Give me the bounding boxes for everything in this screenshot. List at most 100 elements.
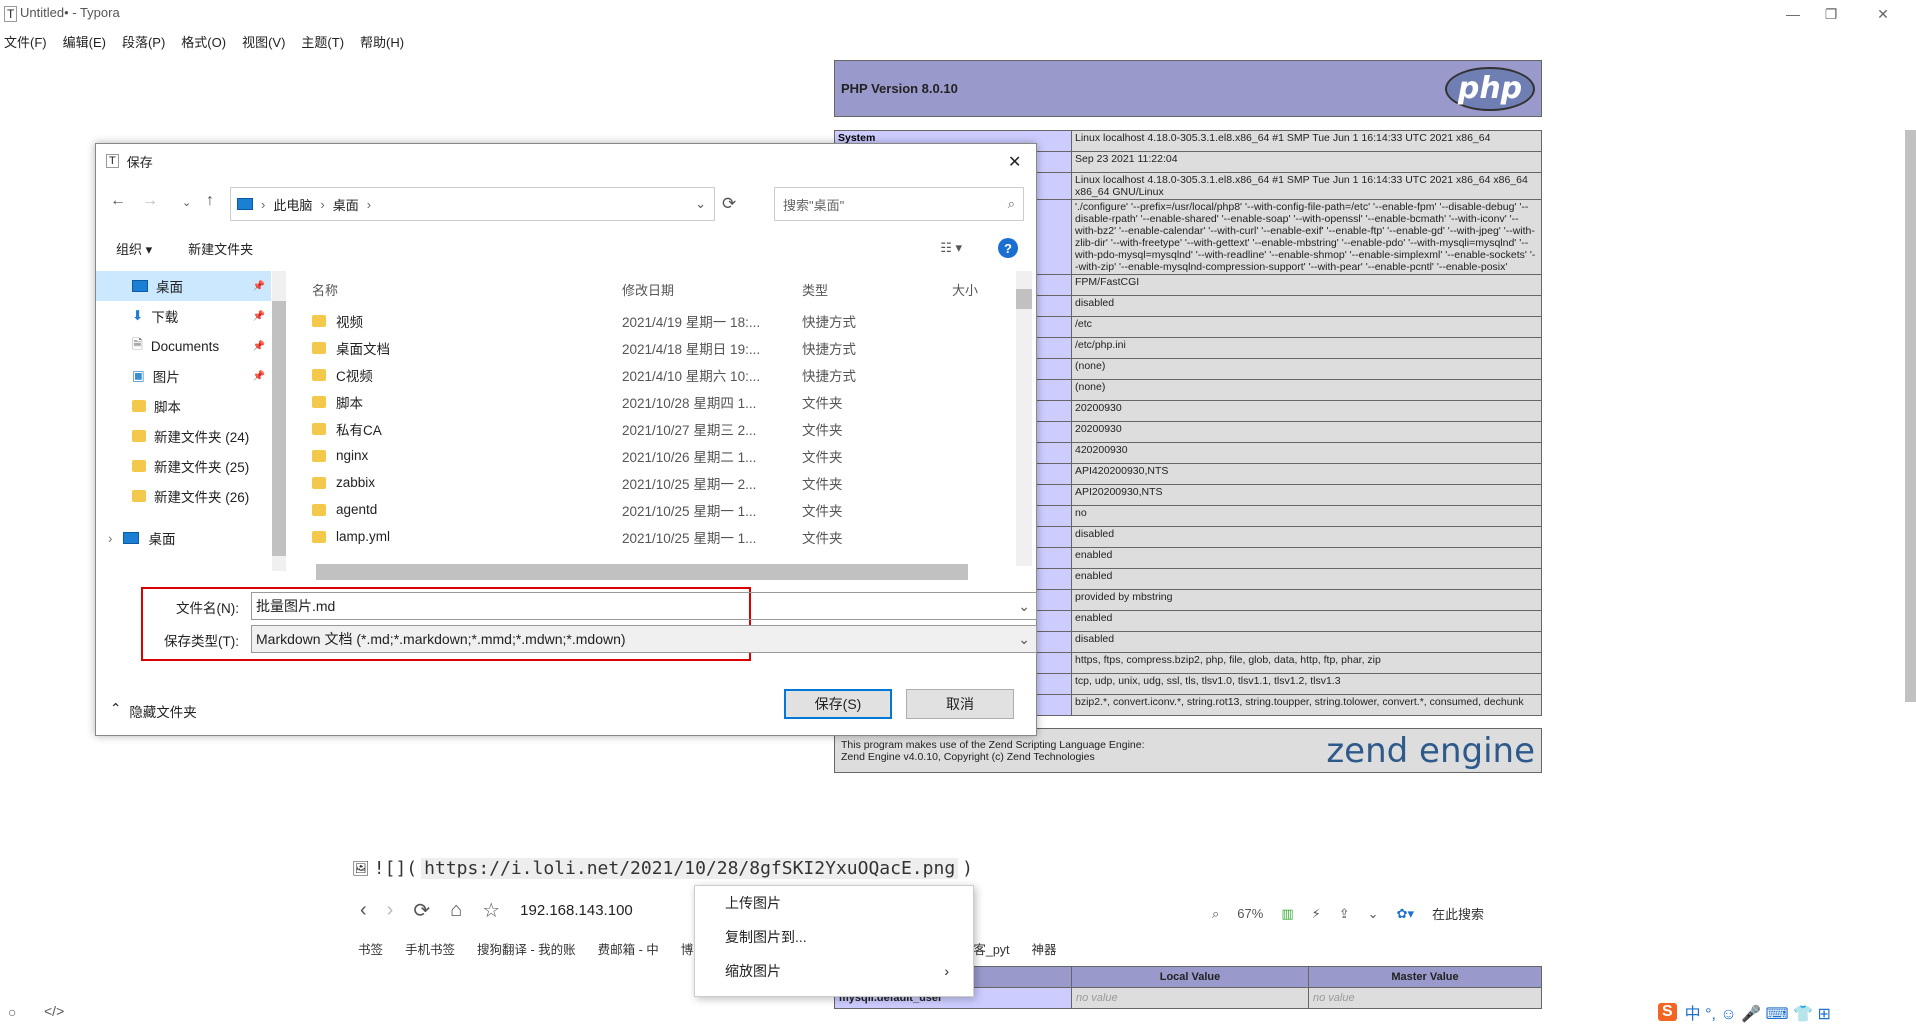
php-row-value: tcp, udp, unix, udg, ssl, tls, tlsv1.0, … xyxy=(1071,673,1542,695)
php-row-value: /etc xyxy=(1071,316,1542,338)
chevron-down-icon[interactable]: ⌄ xyxy=(695,196,706,212)
file-row[interactable]: nginx 2021/10/26 星期二 1... 文件夹 xyxy=(292,442,1014,469)
forward-icon[interactable]: → xyxy=(142,192,158,210)
chevron-down-icon: ⌄ xyxy=(1367,905,1379,921)
sidebar-item-label: 桌面 xyxy=(156,280,183,295)
file-row[interactable]: lamp.yml 2021/10/25 星期一 1... 文件夹 xyxy=(292,523,1014,550)
cancel-button[interactable]: 取消 xyxy=(906,689,1014,719)
file-name: 脚本 xyxy=(336,395,363,411)
sidebar-item[interactable]: 新建文件夹 (26) xyxy=(96,481,271,511)
back-icon[interactable]: ← xyxy=(110,192,126,210)
file-name: 私有CA xyxy=(336,422,382,438)
file-row[interactable]: 脚本 2021/10/28 星期四 1... 文件夹 xyxy=(292,388,1014,415)
menu-paragraph[interactable]: 段落(P) xyxy=(122,32,165,51)
menu-theme[interactable]: 主题(T) xyxy=(301,32,344,51)
column-date[interactable]: 修改日期 xyxy=(622,280,802,299)
md-suffix: ) xyxy=(962,858,973,879)
save-button[interactable]: 保存(S) xyxy=(784,689,892,719)
sidebar-scrollbar[interactable] xyxy=(272,271,286,571)
history-chevron-icon[interactable]: ⌄ xyxy=(182,196,191,209)
column-size[interactable]: 大小 xyxy=(952,280,978,299)
baidu-icon: ✿▾ xyxy=(1396,905,1414,921)
outline-toggle-icon[interactable]: ○ xyxy=(8,1004,16,1020)
source-code-mode-icon[interactable]: </> xyxy=(44,1003,64,1019)
chevron-down-icon[interactable]: ⌄ xyxy=(1018,598,1030,615)
sidebar-item-label: 新建文件夹 (25) xyxy=(154,460,250,475)
menu-upload-label: 上传图片 xyxy=(725,895,781,911)
sidebar-item[interactable]: ▣ 图片 📌 xyxy=(96,361,271,391)
close-button[interactable]: ✕ xyxy=(1860,0,1906,28)
search-input[interactable]: 搜索"桌面" ⌕ xyxy=(774,187,1024,221)
file-row[interactable]: 视频 2021/4/19 星期一 18:... 快捷方式 xyxy=(292,307,1014,334)
chevron-down-icon[interactable]: ⌄ xyxy=(1018,631,1030,648)
sidebar-item[interactable]: 脚本 xyxy=(96,391,271,421)
browser-search: 在此搜索 xyxy=(1431,907,1484,922)
dialog-close-icon[interactable]: ✕ xyxy=(1008,152,1021,172)
file-row[interactable]: zabbix 2021/10/25 星期一 2... 文件夹 xyxy=(292,469,1014,496)
menu-copy-image-to[interactable]: 复制图片到... xyxy=(695,920,973,954)
file-row[interactable]: 私有CA 2021/10/27 星期三 2... 文件夹 xyxy=(292,415,1014,442)
ime-toolbar[interactable]: S 中 °, ☺ 🎤 ⌨ 👕 ⊞ xyxy=(1658,1000,1831,1024)
address-bar[interactable]: › 此电脑 › 桌面 › ⌄ xyxy=(230,187,715,221)
help-icon[interactable]: ? xyxy=(998,238,1018,258)
menu-help[interactable]: 帮助(H) xyxy=(360,32,404,51)
menu-file[interactable]: 文件(F) xyxy=(4,32,47,51)
file-row[interactable]: 桌面文档 2021/4/18 星期日 19:... 快捷方式 xyxy=(292,334,1014,361)
browser-address: 192.168.143.100 xyxy=(520,902,633,919)
sidebar-item-label: 图片 xyxy=(152,370,180,385)
folder-icon xyxy=(312,395,326,408)
sidebar-item-label: 脚本 xyxy=(154,400,181,415)
context-menu: 上传图片 复制图片到... 缩放图片 › xyxy=(694,885,974,997)
menu-upload-image[interactable]: 上传图片 xyxy=(695,886,973,920)
menu-edit[interactable]: 编辑(E) xyxy=(63,32,106,51)
monitor-icon xyxy=(132,280,148,292)
file-type: 文件夹 xyxy=(802,422,843,438)
php-row-value: bzip2.*, convert.iconv.*, string.rot13, … xyxy=(1071,694,1542,716)
sidebar-root-desktop[interactable]: › 桌面 xyxy=(108,528,176,548)
folder-icon xyxy=(132,430,146,442)
sogou-icon[interactable]: S xyxy=(1658,1003,1677,1021)
sidebar-item[interactable]: 🗎 Documents 📌 xyxy=(96,331,271,361)
chevron-right-icon: › xyxy=(944,963,949,979)
view-options-icon[interactable]: ☷ ▾ xyxy=(940,240,962,256)
sidebar-item[interactable]: 新建文件夹 (25) xyxy=(96,451,271,481)
file-name: agentd xyxy=(336,502,378,517)
file-name: C视频 xyxy=(336,368,373,384)
new-folder-button[interactable]: 新建文件夹 xyxy=(188,239,253,258)
download-icon: ⬇ xyxy=(132,308,144,323)
file-date: 2021/10/25 星期一 1... xyxy=(622,503,757,519)
hide-folders-toggle[interactable]: ⌃ 隐藏文件夹 xyxy=(110,701,197,721)
filetype-select[interactable]: Markdown 文档 (*.md;*.markdown;*.mmd;*.mdw… xyxy=(251,625,1037,653)
header-master-value: Master Value xyxy=(1308,966,1542,988)
chevron-right-icon[interactable]: › xyxy=(108,531,113,546)
file-row[interactable]: C视频 2021/4/10 星期六 10:... 快捷方式 xyxy=(292,361,1014,388)
menu-view[interactable]: 视图(V) xyxy=(242,32,285,51)
horizontal-scrollbar[interactable] xyxy=(292,564,1014,582)
sidebar-item[interactable]: ⬇ 下载 📌 xyxy=(96,301,271,331)
column-name[interactable]: 名称 xyxy=(292,280,622,299)
markdown-image-line[interactable]: 🖼 ![]( https://i.loli.net/2021/10/28/8gf… xyxy=(352,858,973,879)
folder-icon xyxy=(132,490,146,502)
restore-button[interactable]: ❐ xyxy=(1808,0,1854,28)
file-type: 文件夹 xyxy=(802,503,843,519)
shortcut-icon xyxy=(312,368,326,381)
file-list-scrollbar[interactable] xyxy=(1016,271,1032,566)
refresh-icon: ⟳ xyxy=(413,900,431,922)
sidebar-item[interactable]: 桌面 📌 xyxy=(96,271,271,301)
menu-zoom-image[interactable]: 缩放图片 › xyxy=(695,954,973,988)
editor-scrollbar[interactable] xyxy=(1905,130,1916,702)
up-icon[interactable]: ↑ xyxy=(206,192,214,210)
filename-input[interactable]: 批量图片.md ⌄ xyxy=(251,592,1037,620)
file-row[interactable]: agentd 2021/10/25 星期一 1... 文件夹 xyxy=(292,496,1014,523)
column-type[interactable]: 类型 xyxy=(802,280,952,299)
php-row-value: https, ftps, compress.bzip2, php, file, … xyxy=(1071,652,1542,674)
breadcrumb-this-pc[interactable]: 此电脑 xyxy=(273,195,312,214)
menu-format[interactable]: 格式(O) xyxy=(181,32,226,51)
breadcrumb-desktop[interactable]: 桌面 xyxy=(333,195,359,214)
organize-button[interactable]: 组织 ▾ xyxy=(116,239,152,258)
file-name: zabbix xyxy=(336,475,376,490)
refresh-icon[interactable]: ⟳ xyxy=(722,194,736,214)
sidebar-item[interactable]: 新建文件夹 (24) xyxy=(96,421,271,451)
php-logo: php xyxy=(1445,66,1535,111)
php-row-value: 420200930 xyxy=(1071,442,1542,464)
